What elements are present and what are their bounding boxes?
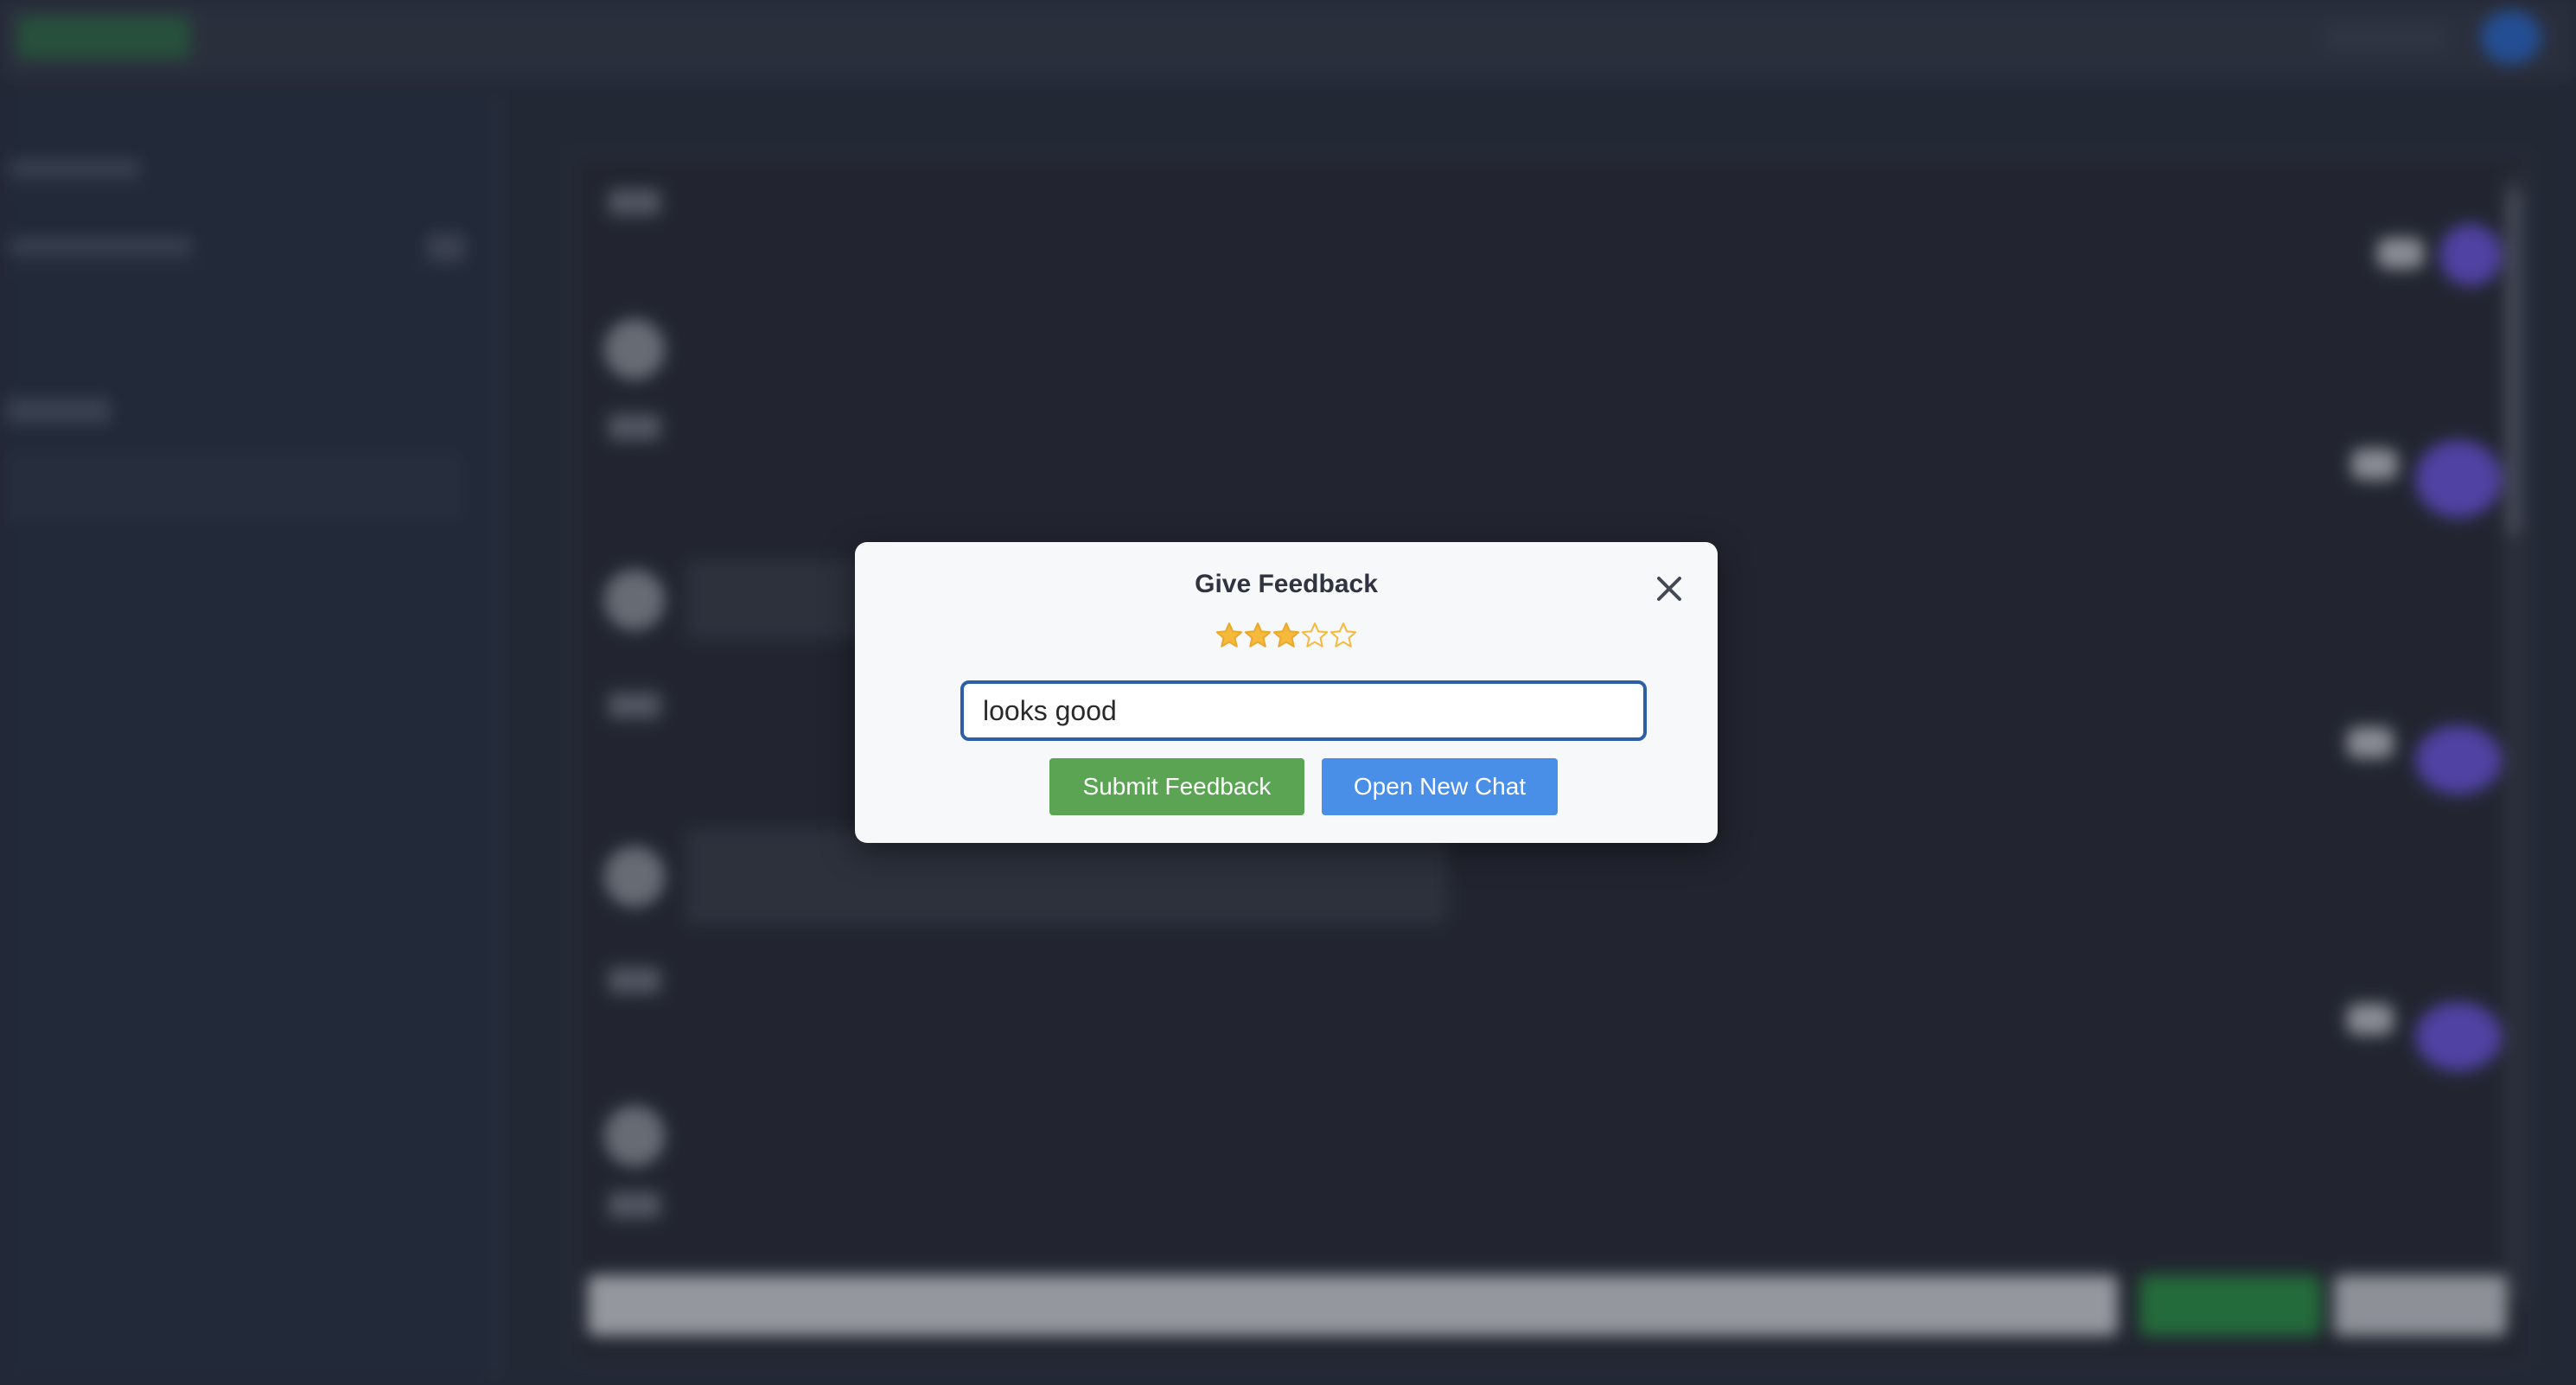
feedback-input[interactable] bbox=[960, 680, 1647, 741]
star-rating bbox=[855, 622, 1718, 649]
star-empty-icon[interactable] bbox=[1301, 622, 1329, 649]
modal-title: Give Feedback bbox=[1195, 570, 1378, 598]
open-new-chat-button[interactable]: Open New Chat bbox=[1322, 758, 1558, 815]
app-window: Give Feedback Submit Feedback Open New C… bbox=[0, 0, 2576, 1385]
star-filled-icon[interactable] bbox=[1244, 622, 1272, 649]
star-filled-icon[interactable] bbox=[1215, 622, 1243, 649]
star-filled-icon[interactable] bbox=[1272, 622, 1300, 649]
close-icon[interactable] bbox=[1652, 571, 1687, 606]
submit-feedback-button[interactable]: Submit Feedback bbox=[1049, 758, 1304, 815]
star-empty-icon[interactable] bbox=[1329, 622, 1357, 649]
feedback-modal: Give Feedback Submit Feedback Open New C… bbox=[855, 542, 1718, 843]
